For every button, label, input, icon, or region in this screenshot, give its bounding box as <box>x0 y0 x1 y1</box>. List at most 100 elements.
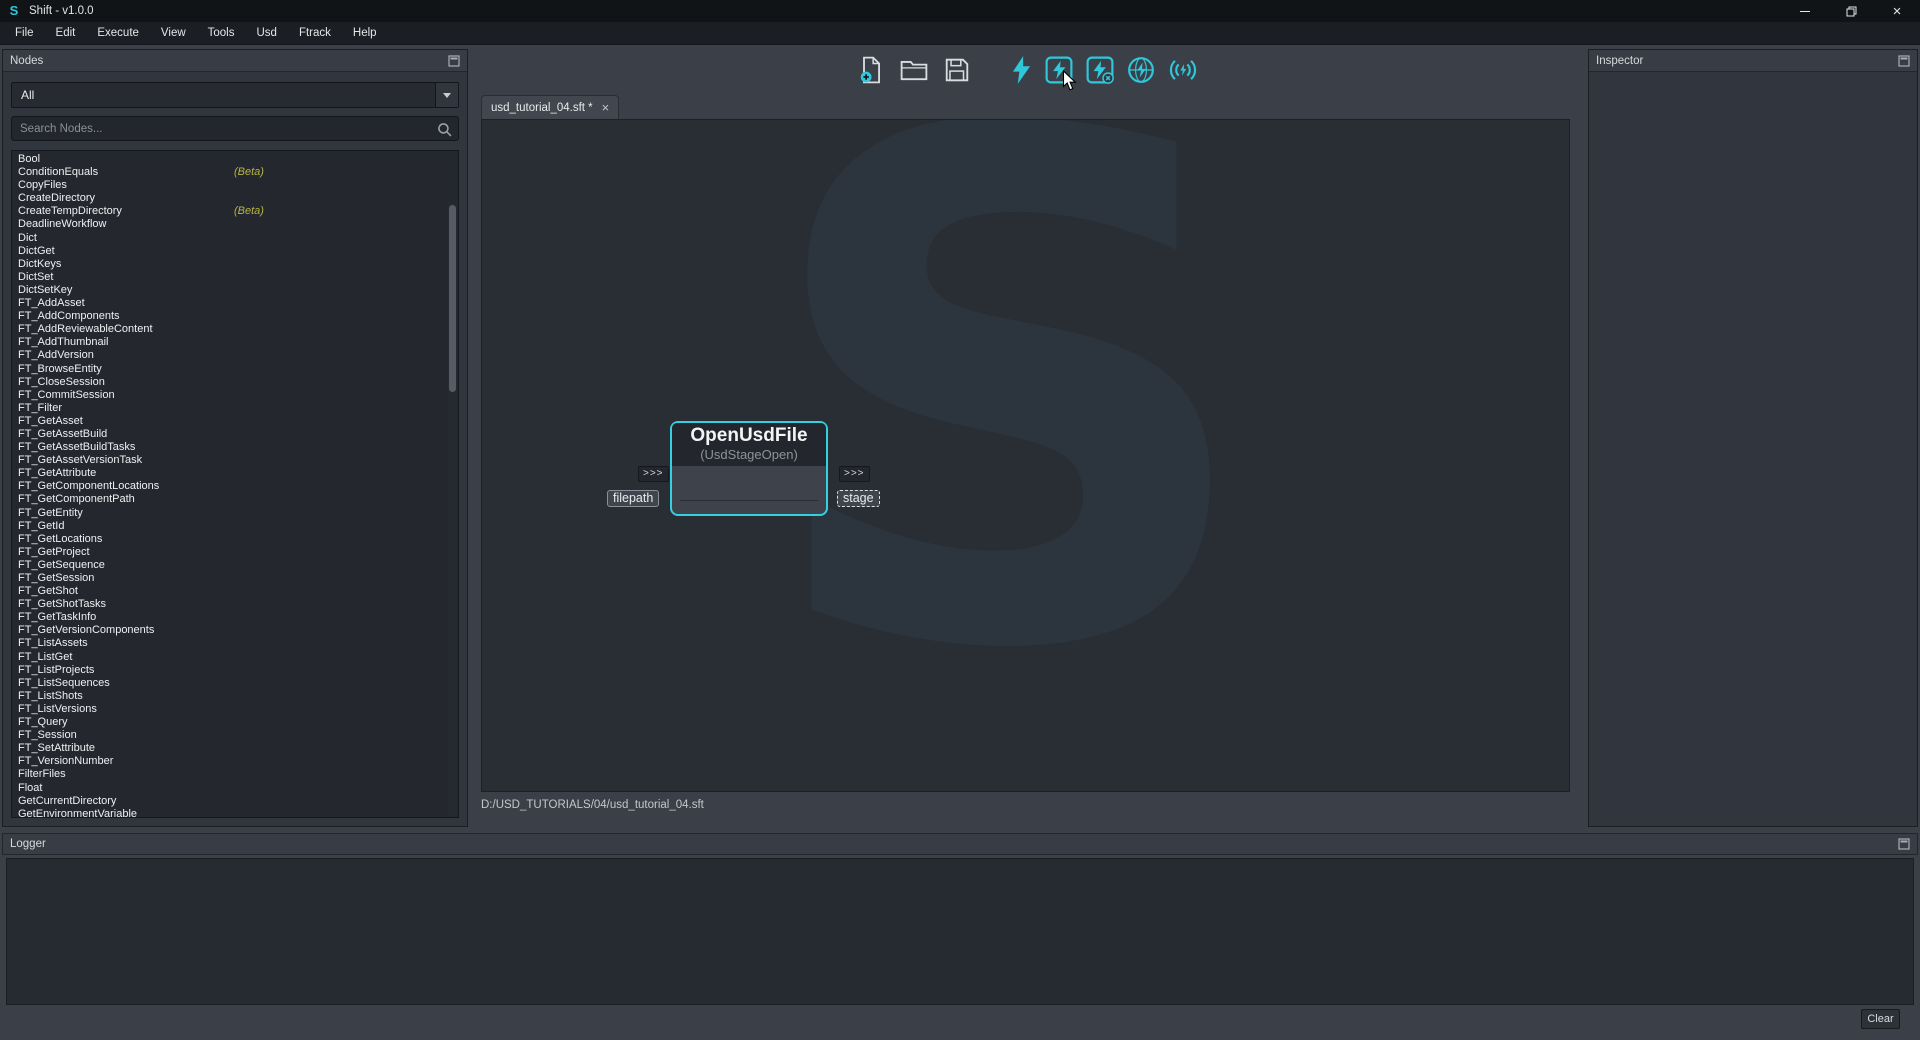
clear-log-button[interactable]: Clear <box>1861 1009 1900 1029</box>
node-list-item[interactable]: FT_GetAsset <box>12 415 458 428</box>
open-scene-icon[interactable] <box>900 58 928 82</box>
node-list-item[interactable]: FT_Query <box>12 716 458 729</box>
node-list-item[interactable]: FT_ListSequences <box>12 677 458 690</box>
save-scene-icon[interactable] <box>944 57 970 83</box>
node-list-item[interactable]: FT_GetVersionComponents <box>12 624 458 637</box>
close-button[interactable]: × <box>1874 0 1920 22</box>
node-list-item[interactable]: FT_GetComponentPath <box>12 493 458 506</box>
node-list-item[interactable]: FT_GetAssetVersionTask <box>12 454 458 467</box>
node-list-item[interactable]: FT_AddComponents <box>12 310 458 323</box>
node-list-item[interactable]: GetCurrentDirectory <box>12 795 458 808</box>
node-list-item[interactable]: FT_ListAssets <box>12 637 458 650</box>
node-list-item[interactable]: FT_SetAttribute <box>12 742 458 755</box>
tab-usd-tutorial-04[interactable]: usd_tutorial_04.sft * × <box>481 95 619 119</box>
node-list-item-label: FT_GetAssetVersionTask <box>18 454 142 466</box>
node-list-item[interactable]: FT_GetAssetBuildTasks <box>12 441 458 454</box>
node-list-item[interactable]: FT_BrowseEntity <box>12 363 458 376</box>
node-list-item[interactable]: CreateDirectory <box>12 192 458 205</box>
node-list: BoolConditionEquals(Beta)CopyFilesCreate… <box>11 150 459 818</box>
node-list-item[interactable]: CreateTempDirectory(Beta) <box>12 205 458 218</box>
node-list-item[interactable]: ConditionEquals(Beta) <box>12 166 458 179</box>
restore-button[interactable] <box>1828 0 1874 22</box>
node-list-item[interactable]: FT_Session <box>12 729 458 742</box>
node-list-item[interactable]: FT_GetId <box>12 520 458 533</box>
menu-view[interactable]: View <box>150 22 197 44</box>
node-list-item[interactable]: FT_CommitSession <box>12 389 458 402</box>
node-list-item[interactable]: FT_ListVersions <box>12 703 458 716</box>
node-list-item[interactable]: DictKeys <box>12 258 458 271</box>
menu-usd[interactable]: Usd <box>246 22 288 44</box>
node-list-item[interactable]: FT_GetTaskInfo <box>12 611 458 624</box>
node-list-item[interactable]: FT_GetAttribute <box>12 467 458 480</box>
node-list-item[interactable]: DictGet <box>12 245 458 258</box>
new-scene-icon[interactable] <box>858 56 884 84</box>
node-list-item[interactable]: FT_GetAssetBuild <box>12 428 458 441</box>
undock-panel-button[interactable] <box>1898 55 1910 67</box>
node-list-item[interactable]: FT_GetEntity <box>12 507 458 520</box>
search-input[interactable] <box>12 123 458 135</box>
node-list-item[interactable]: FT_VersionNumber <box>12 755 458 768</box>
logger-output[interactable] <box>6 858 1914 1005</box>
scrollbar-track[interactable] <box>448 202 457 816</box>
node-list-item[interactable]: FT_AddAsset <box>12 297 458 310</box>
input-port-label[interactable]: filepath <box>607 490 659 507</box>
node-subtitle: (UsdStageOpen) <box>672 447 826 462</box>
execute-icon[interactable] <box>1010 55 1032 85</box>
node-list-item[interactable]: FT_GetProject <box>12 546 458 559</box>
node-list-item[interactable]: FT_AddVersion <box>12 349 458 362</box>
node-list-item[interactable]: FT_GetSession <box>12 572 458 585</box>
node-list-item[interactable]: FT_GetShot <box>12 585 458 598</box>
scrollbar-thumb[interactable] <box>449 205 456 392</box>
node-list-item[interactable]: Float <box>12 782 458 795</box>
node-list-item[interactable]: FT_ListProjects <box>12 664 458 677</box>
node-list-item[interactable]: FT_AddThumbnail <box>12 336 458 349</box>
node-list-item[interactable]: FT_ListGet <box>12 651 458 664</box>
chevron-down-icon[interactable] <box>435 83 458 107</box>
output-port-connector[interactable]: >>> <box>839 466 870 482</box>
mouse-cursor <box>1062 70 1079 92</box>
minimize-button[interactable] <box>1782 0 1828 22</box>
node-list-item[interactable]: FilterFiles <box>12 768 458 781</box>
menu-help[interactable]: Help <box>342 22 388 44</box>
undock-icon <box>1898 55 1910 67</box>
menu-tools[interactable]: Tools <box>197 22 246 44</box>
node-list-item[interactable]: FT_GetLocations <box>12 533 458 546</box>
execute-stop-icon[interactable] <box>1086 56 1114 84</box>
undock-panel-button[interactable] <box>448 55 460 67</box>
node-list-item[interactable]: FT_GetShotTasks <box>12 598 458 611</box>
node-openusdfile[interactable]: OpenUsdFile (UsdStageOpen) <box>670 421 828 516</box>
menu-ftrack[interactable]: Ftrack <box>288 22 342 44</box>
input-port-connector[interactable]: >>> <box>638 466 669 482</box>
execute-remote-icon[interactable] <box>1127 56 1155 84</box>
shift-watermark: S <box>757 119 1261 745</box>
node-list-item[interactable]: FT_AddReviewableContent <box>12 323 458 336</box>
menu-edit[interactable]: Edit <box>45 22 87 44</box>
menu-execute[interactable]: Execute <box>86 22 150 44</box>
node-list-item[interactable]: Bool <box>12 153 458 166</box>
undock-icon <box>1898 838 1910 850</box>
node-list-item[interactable]: FT_GetComponentLocations <box>12 480 458 493</box>
node-list-item-label: FT_ListShots <box>18 690 83 702</box>
node-list-item[interactable]: GetEnvironmentVariable <box>12 808 458 818</box>
node-list-item-label: FT_GetComponentLocations <box>18 480 159 492</box>
node-list-item-label: FT_AddThumbnail <box>18 336 109 348</box>
node-list-item[interactable]: DictSetKey <box>12 284 458 297</box>
search-box <box>11 116 459 141</box>
node-list-item[interactable]: FT_ListShots <box>12 690 458 703</box>
tab-close-icon[interactable]: × <box>602 101 610 114</box>
node-list-item[interactable]: FT_Filter <box>12 402 458 415</box>
node-list-item[interactable]: Dict <box>12 232 458 245</box>
output-port-label[interactable]: stage <box>837 490 880 507</box>
node-list-item[interactable]: FT_GetSequence <box>12 559 458 572</box>
node-list-item-label: FT_GetLocations <box>18 533 102 545</box>
node-list-item[interactable]: DictSet <box>12 271 458 284</box>
node-list-item[interactable]: CopyFiles <box>12 179 458 192</box>
node-category-dropdown[interactable]: All <box>11 82 459 108</box>
menu-file[interactable]: File <box>4 22 45 44</box>
live-execution-icon[interactable] <box>1168 57 1198 83</box>
node-list-item-label: FT_CloseSession <box>18 376 105 388</box>
undock-panel-button[interactable] <box>1898 838 1910 850</box>
node-list-item[interactable]: DeadlineWorkflow <box>12 218 458 231</box>
node-list-item[interactable]: FT_CloseSession <box>12 376 458 389</box>
node-graph-canvas[interactable]: S OpenUsdFile (UsdStageOpen) >>> >>> fil… <box>481 119 1570 792</box>
